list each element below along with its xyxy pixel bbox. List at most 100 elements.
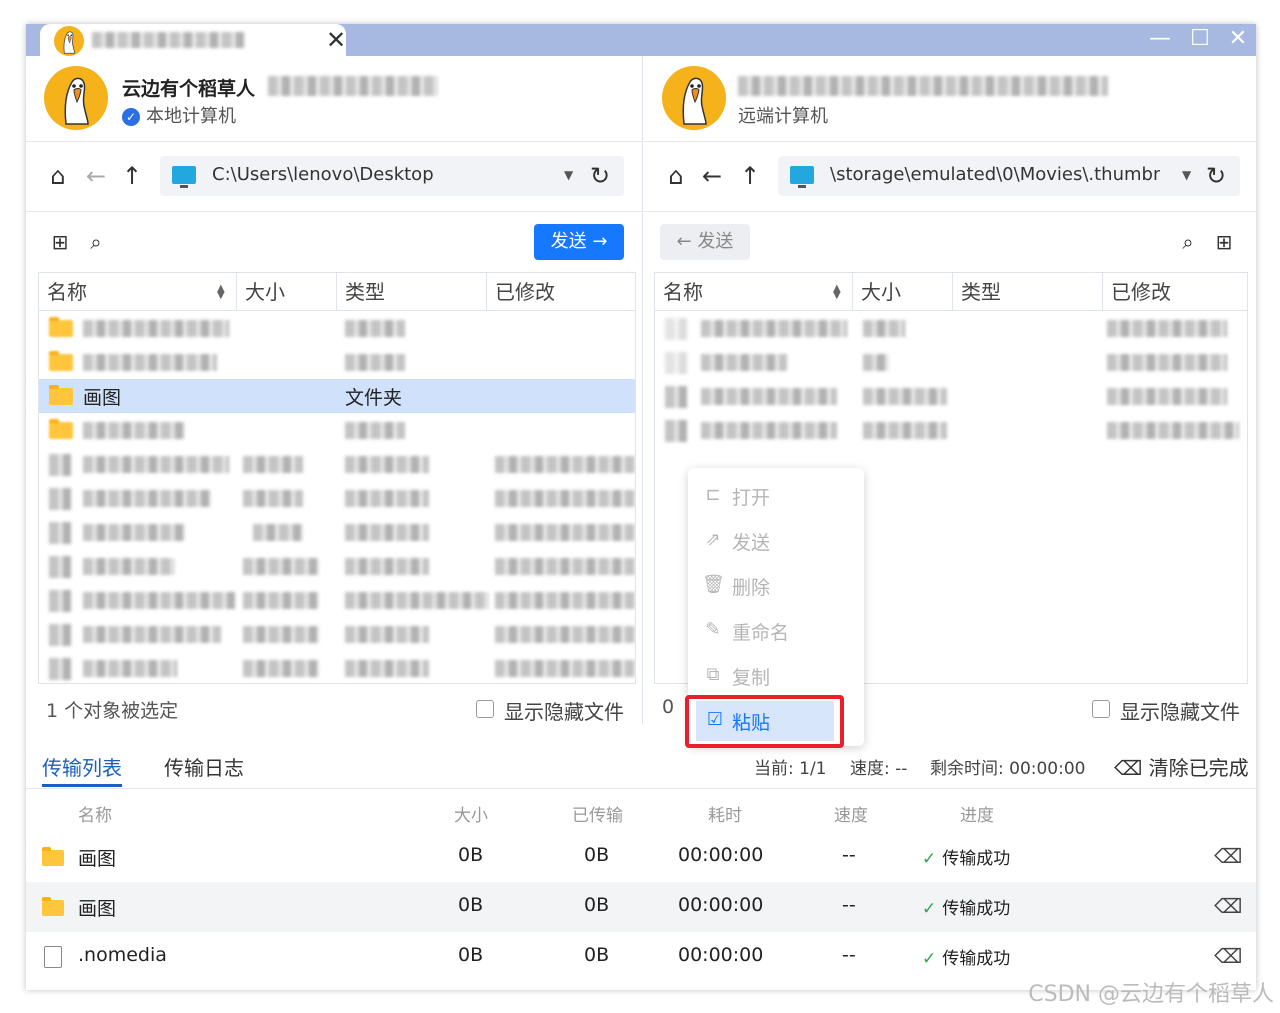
maximize-icon[interactable]: ☐ [1182,24,1218,56]
column-name[interactable]: 名称 ▲ ▼ [39,273,237,311]
table-row[interactable] [655,379,1247,413]
eraser-icon[interactable]: ⌫ [1214,844,1242,868]
local-show-hidden-label: 显示隐藏文件 [504,700,624,724]
table-row[interactable] [39,481,635,515]
send-button[interactable]: 发送 → [534,224,624,260]
local-path-box[interactable]: C:\Users\lenovo\Desktop ▼ ↻ [160,156,624,196]
tab-transfer-list[interactable]: 传输列表 [42,752,122,781]
redacted-cell [83,456,229,473]
local-header: 云边有个稻草人 ✓ 本地计算机 [26,56,642,142]
title-bar: ✕ — ☐ ✕ [26,24,1256,58]
table-row[interactable] [39,583,635,617]
sort-icon[interactable]: ▲ ▼ [217,284,225,301]
clear-completed-button[interactable]: ⌫ 清除已完成 [1114,752,1249,781]
chevron-down-icon[interactable]: ▼ [564,168,573,182]
column-speed: 速度 [834,806,868,826]
column-modified[interactable]: 已修改 [487,273,635,311]
local-nav-bar: ⌂ ← ↑ C:\Users\lenovo\Desktop ▼ ↻ [26,142,642,212]
remote-path-box[interactable]: \storage\emulated\0\Movies\.thumbnai ▼ ↻ [778,156,1240,196]
menu-item-copy[interactable]: ⧉ 复制 [688,656,864,696]
column-type[interactable]: 类型 [953,273,1103,311]
table-row[interactable] [39,447,635,481]
sort-icon[interactable]: ▲ ▼ [833,284,841,301]
menu-item-send[interactable]: ⇗ 发送 [688,521,864,561]
column-transferred: 已传输 [572,806,623,826]
file-icon [665,420,687,442]
table-row[interactable] [39,651,635,683]
redacted-cell [495,592,635,609]
local-subtitle: ✓ 本地计算机 [122,102,236,128]
local-toolbar: ⊞ ⌕ 发送 → [26,212,642,272]
minimize-icon[interactable]: — [1142,24,1178,56]
menu-item-rename[interactable]: ✎ 重命名 [688,611,864,651]
chevron-down-icon[interactable]: ▼ [1182,168,1191,182]
goose-avatar-icon [54,26,84,56]
eraser-icon[interactable]: ⌫ [1214,894,1242,918]
check-icon: ✓ [922,849,937,869]
eraser-icon[interactable]: ⌫ [1214,944,1242,968]
close-window-icon[interactable]: ✕ [1220,24,1256,56]
redacted-cell [83,320,229,337]
back-arrow-icon[interactable]: ← [698,162,726,190]
refresh-icon[interactable]: ↻ [1206,162,1226,190]
watermark: CSDN @云边有个稻草人 [1028,982,1274,1007]
remote-path: \storage\emulated\0\Movies\.thumbnai [830,164,1160,185]
table-row[interactable] [655,311,1247,345]
redacted-cell [863,320,905,337]
table-row[interactable] [39,617,635,651]
edit-icon: ✎ [705,619,721,640]
table-row[interactable] [39,515,635,549]
new-folder-icon[interactable]: ⊞ [48,230,72,254]
row-status: ✓ 传输成功 [922,849,1011,869]
transfer-row[interactable]: 画图 0B 0B 00:00:00 -- ✓ 传输成功 ⌫ [26,832,1256,882]
table-row-selected[interactable]: 画图 文件夹 [39,379,635,413]
transfer-row[interactable]: 画图 0B 0B 00:00:00 -- ✓ 传输成功 ⌫ [26,882,1256,932]
home-icon[interactable]: ⌂ [662,162,690,190]
menu-item-open[interactable]: ⊏ 打开 [688,476,864,516]
row-name: .nomedia [78,944,167,966]
up-arrow-icon[interactable]: ↑ [736,162,764,190]
back-arrow-icon[interactable]: ← [82,162,110,190]
column-type[interactable]: 类型 [337,273,487,311]
column-size: 大小 [454,806,488,826]
search-icon[interactable]: ⌕ [1176,230,1200,254]
menu-item-delete[interactable]: 🗑 删除 [688,566,864,606]
redacted-cell [243,456,303,473]
session-tab[interactable]: ✕ [40,24,346,58]
redacted-cell [345,320,405,337]
row-size: 0B [458,944,484,966]
transfer-row[interactable]: .nomedia 0B 0B 00:00:00 -- ✓ 传输成功 ⌫ [26,932,1256,982]
table-row[interactable] [39,345,635,379]
redacted-cell [495,558,635,575]
table-row[interactable] [655,413,1247,447]
send-back-button[interactable]: ← 发送 [660,224,750,260]
file-icon [49,624,71,646]
remote-show-hidden-checkbox[interactable] [1092,700,1110,718]
home-icon[interactable]: ⌂ [44,162,72,190]
column-name[interactable]: 名称 ▲ ▼ [655,273,853,311]
column-size[interactable]: 大小 [853,273,953,311]
new-folder-icon[interactable]: ⊞ [1212,230,1236,254]
transfer-panel: 传输列表 传输日志 当前: 1/1 速度: -- 剩余时间: 00:00:00 … [26,744,1256,990]
table-row[interactable] [655,345,1247,379]
folder-icon [49,317,73,337]
local-show-hidden-checkbox[interactable] [476,700,494,718]
redacted-cell [863,422,947,439]
refresh-icon[interactable]: ↻ [590,162,610,190]
search-icon[interactable]: ⌕ [84,230,108,254]
close-tab-icon[interactable]: ✕ [326,26,346,54]
redacted-cell [345,422,405,439]
row-type: 文件夹 [345,387,403,409]
redacted-cell [495,626,635,643]
transfer-speed: 速度: -- [850,759,908,779]
row-elapsed: 00:00:00 [678,894,764,916]
table-row[interactable] [39,413,635,447]
table-row[interactable] [39,311,635,345]
up-arrow-icon[interactable]: ↑ [118,162,146,190]
file-icon [49,488,71,510]
table-row[interactable] [39,549,635,583]
tab-transfer-log[interactable]: 传输日志 [164,752,244,781]
redacted-cell [345,354,405,371]
column-modified[interactable]: 已修改 [1103,273,1247,311]
column-size[interactable]: 大小 [237,273,337,311]
